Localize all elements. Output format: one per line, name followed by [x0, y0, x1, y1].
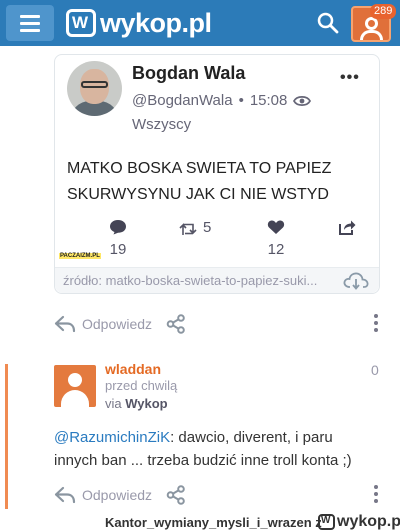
share-arrow-icon	[339, 220, 356, 235]
tweet-share-action[interactable]	[338, 219, 356, 235]
share-icon[interactable]	[166, 485, 186, 505]
separator-dot: •	[238, 92, 244, 109]
comment-time[interactable]: przed chwilą	[105, 378, 177, 393]
tweet-like-action[interactable]: 12	[267, 219, 285, 258]
comment-more-options-icon[interactable]	[374, 485, 380, 506]
comment-author-avatar[interactable]	[54, 365, 96, 407]
hamburger-menu-button[interactable]	[6, 5, 54, 41]
via-prefix: via	[105, 396, 122, 411]
user-mention-link[interactable]: @RazumichinZiK	[54, 429, 170, 446]
reply-count: 19	[109, 241, 127, 258]
footer-watermark: Kantor_wymiany_mysli_i_wrazen z wykop.pl	[0, 511, 400, 532]
comment-reply-button[interactable]: Odpowiedz	[82, 487, 152, 503]
tweet-time: 15:08	[249, 92, 288, 109]
comment-text: @RazumichinZiK: dawcio, diverent, i paru…	[54, 426, 374, 472]
wykop-logo-icon	[66, 9, 96, 37]
tweet-retweet-action[interactable]	[179, 222, 199, 236]
footer-wykop-logo: wykop.pl	[318, 513, 400, 531]
post-more-options-icon[interactable]	[374, 314, 380, 335]
eye-icon	[293, 95, 312, 106]
tweet-author-avatar[interactable]	[67, 61, 122, 116]
retweet-count: 5	[203, 219, 212, 236]
reply-arrow-icon[interactable]	[54, 315, 76, 333]
notifications-badge: 289	[370, 4, 397, 19]
share-icon[interactable]	[166, 314, 186, 334]
more-options-icon[interactable]: •••	[340, 69, 360, 87]
comment-author-name[interactable]: wladdan	[105, 361, 161, 377]
comment-actions-row: Odpowiedz	[54, 483, 186, 507]
comment-via: via Wykop	[105, 396, 168, 411]
heart-icon	[267, 220, 285, 234]
tweet-handle-row: @BogdanWala • 15:08	[132, 92, 312, 109]
wykop-logo[interactable]: wykop.pl	[66, 8, 212, 38]
tweet-author-name[interactable]: Bogdan Wala	[132, 63, 245, 84]
footer-username-text: Kantor_wymiany_mysli_i_wrazen	[105, 515, 312, 530]
wykop-small-logo-icon	[318, 514, 335, 530]
embedded-tweet-card[interactable]: Bogdan Wala @BogdanWala • 15:08 Wszyscy …	[54, 54, 380, 294]
footer-logo-text: wykop.pl	[337, 513, 400, 530]
search-icon[interactable]	[316, 11, 340, 35]
retweet-icon	[179, 223, 197, 235]
footer-username: Kantor_wymiany_mysli_i_wrazen z	[105, 515, 322, 530]
post-actions-row: Odpowiedz	[54, 312, 186, 336]
source-link-row[interactable]: źródło: matko-boska-swieta-to-papiez-suk…	[55, 267, 379, 293]
comment-vote-count: 0	[371, 362, 379, 378]
cloud-download-icon[interactable]	[343, 271, 369, 291]
reply-button[interactable]: Odpowiedz	[82, 316, 152, 332]
logo-text: wykop.pl	[100, 7, 212, 38]
source-link[interactable]: źródło: matko-boska-swieta-to-papiez-suk…	[63, 273, 333, 288]
new-comment-indicator	[5, 364, 8, 509]
reply-arrow-icon[interactable]	[54, 486, 76, 504]
tweet-handle[interactable]: @BogdanWala	[132, 92, 233, 109]
tweet-text: MATKO BOSKA SWIETA TO PAPIEZ SKURWYSYNU …	[67, 160, 332, 203]
tweet-reply-action[interactable]: 19	[109, 219, 127, 258]
tweet-actions: 19 5 12	[55, 219, 381, 263]
like-count: 12	[267, 241, 285, 258]
comment-bubble-icon	[110, 220, 126, 235]
tweet-audience: Wszyscy	[132, 116, 192, 133]
top-navigation-bar: wykop.pl 289	[0, 0, 400, 46]
via-app: Wykop	[125, 396, 168, 411]
paczaizm-watermark: PACZAIZM.PL	[59, 253, 101, 259]
